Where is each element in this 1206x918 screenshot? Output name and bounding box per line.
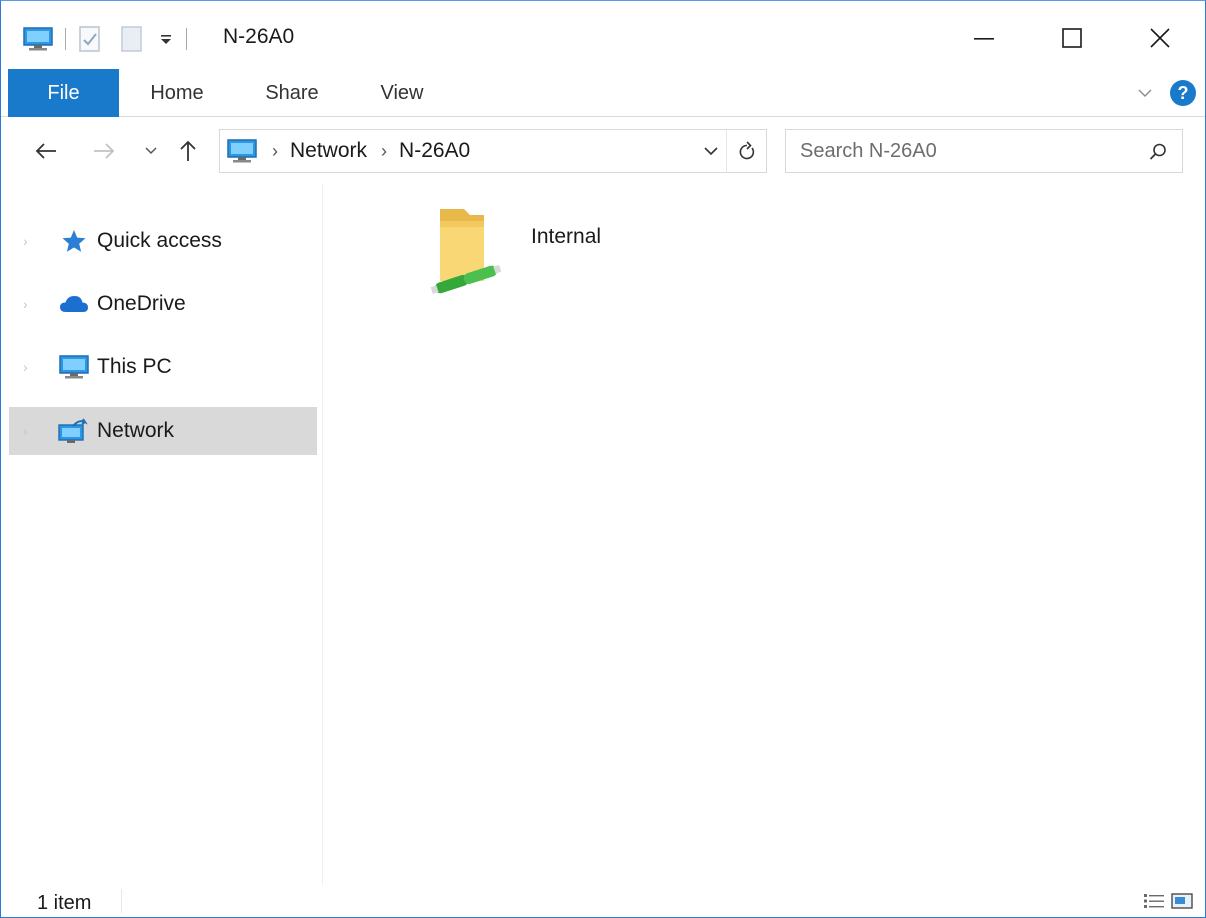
ribbon-controls: ? <box>1135 77 1197 109</box>
search-box <box>785 129 1183 173</box>
sidebar-item-label: OneDrive <box>97 292 186 315</box>
network-icon <box>57 416 91 446</box>
list-item[interactable]: Internal <box>424 199 674 309</box>
breadcrumb-separator-icon[interactable]: › <box>381 141 387 162</box>
chevron-down-icon <box>1138 89 1152 97</box>
location-computer-icon <box>226 138 258 164</box>
arrow-left-icon <box>35 143 56 159</box>
maximize-icon <box>1062 28 1082 48</box>
navigation-bar: › Network › N-26A0 <box>1 117 1205 183</box>
item-count: 1 item <box>37 892 92 914</box>
tab-file[interactable]: File <box>8 69 119 117</box>
expand-chevron-icon[interactable]: › <box>23 296 47 312</box>
quick-access-toolbar <box>21 23 197 55</box>
tab-view[interactable]: View <box>363 69 441 117</box>
breadcrumb-current[interactable]: N-26A0 <box>399 139 470 163</box>
arrow-right-icon <box>94 143 115 159</box>
tab-share[interactable]: Share <box>249 69 335 117</box>
search-input[interactable] <box>800 138 1130 164</box>
toolbar-separator <box>65 28 66 50</box>
sidebar-item-network[interactable]: › Network <box>9 407 317 455</box>
details-view-button[interactable] <box>1141 889 1167 913</box>
customize-toolbar-dropdown-icon[interactable] <box>154 23 178 55</box>
breadcrumb-network[interactable]: Network <box>290 139 367 163</box>
forward-button[interactable] <box>87 137 121 165</box>
sidebar-item-onedrive[interactable]: › OneDrive <box>9 280 317 328</box>
minimize-button[interactable] <box>949 13 1019 63</box>
large-icons-view-icon <box>1171 893 1193 909</box>
close-button[interactable] <box>1125 13 1195 63</box>
help-icon: ? <box>1170 80 1196 106</box>
sidebar-item-label: Network <box>97 419 175 442</box>
chevron-down-icon <box>704 147 718 156</box>
expand-ribbon-button[interactable] <box>1135 77 1155 109</box>
expand-chevron-icon[interactable]: › <box>23 359 47 375</box>
computer-icon[interactable] <box>21 23 55 55</box>
sidebar-item-label: Quick access <box>97 229 222 252</box>
shared-folder-icon <box>424 199 514 299</box>
expand-chevron-icon[interactable]: › <box>23 423 47 439</box>
sidebar-item-quick-access[interactable]: › Quick access <box>9 217 317 265</box>
file-list: Internal <box>324 183 1205 885</box>
file-explorer-window: N-26A0 File Home Share View ? › Network … <box>0 0 1206 918</box>
address-history-button[interactable] <box>696 130 726 172</box>
ribbon-tabs: File Home Share View ? <box>1 69 1205 117</box>
sidebar-item-label: This PC <box>97 355 172 378</box>
navigation-pane: › Quick access › OneDrive › This PC › Ne… <box>1 183 323 885</box>
minimize-icon <box>974 38 994 40</box>
status-bar: 1 item <box>1 885 1205 917</box>
search-icon[interactable] <box>1146 140 1170 164</box>
title-bar: N-26A0 <box>1 1 1205 69</box>
arrow-up-icon <box>180 140 196 161</box>
svg-text:?: ? <box>1178 83 1189 103</box>
refresh-icon <box>739 141 754 160</box>
back-button[interactable] <box>29 137 63 165</box>
address-bar[interactable]: › Network › N-26A0 <box>219 129 767 173</box>
window-title: N-26A0 <box>223 25 295 48</box>
breadcrumb: › Network › N-26A0 <box>226 130 470 172</box>
chevron-down-icon <box>145 147 157 155</box>
refresh-button[interactable] <box>726 130 766 172</box>
help-button[interactable]: ? <box>1169 79 1197 107</box>
up-button[interactable] <box>173 137 203 165</box>
expand-chevron-icon[interactable]: › <box>23 233 47 249</box>
details-view-icon <box>1144 894 1164 908</box>
large-icons-view-button[interactable] <box>1169 889 1195 913</box>
tab-home[interactable]: Home <box>133 69 221 117</box>
recent-locations-button[interactable] <box>141 137 161 165</box>
properties-icon[interactable] <box>76 23 104 55</box>
sidebar-item-this-pc[interactable]: › This PC <box>9 343 317 391</box>
computer-icon <box>57 352 91 382</box>
breadcrumb-separator-icon[interactable]: › <box>272 141 278 162</box>
maximize-button[interactable] <box>1037 13 1107 63</box>
new-folder-icon[interactable] <box>118 23 146 55</box>
item-name: Internal <box>531 225 602 248</box>
close-icon <box>1150 28 1170 48</box>
toolbar-separator <box>186 28 187 50</box>
cloud-icon <box>57 289 91 319</box>
star-icon <box>57 226 91 256</box>
status-separator <box>121 889 122 913</box>
